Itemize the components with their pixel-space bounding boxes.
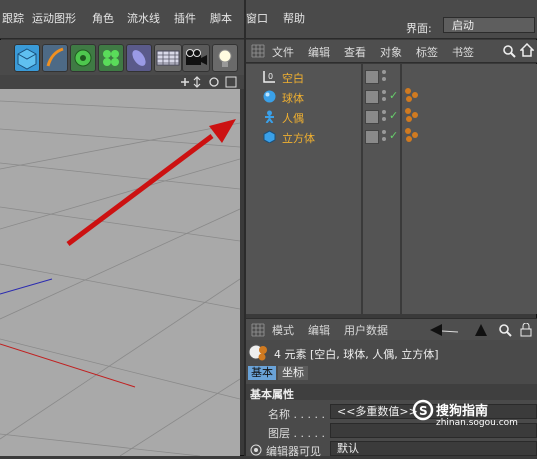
attribute-manager-toolbar: 模式 编辑 用户数据 [246, 318, 537, 341]
back-arrow-icon[interactable] [428, 323, 460, 337]
visibility-dots-icon[interactable] [381, 69, 387, 83]
maximize-view-icon[interactable] [225, 76, 237, 88]
tab-user-data[interactable]: 用户数据 [344, 322, 388, 338]
layer-toggle[interactable] [365, 70, 379, 84]
up-arrow-icon[interactable] [474, 323, 488, 337]
deformer-icon [132, 50, 146, 66]
floor-icon [156, 50, 180, 66]
move-view-icon[interactable] [181, 78, 189, 86]
object-name[interactable]: 人偶 [282, 110, 304, 126]
annotation-arrowhead [209, 119, 236, 143]
enabled-check-icon[interactable]: ✓ [389, 89, 398, 102]
menu-help[interactable]: 帮助 [283, 10, 305, 26]
visibility-dots-icon[interactable] [381, 109, 387, 123]
editor-visible-field[interactable]: 默认 [330, 441, 537, 456]
material-tag-icon[interactable] [404, 107, 420, 123]
light-tool-button[interactable] [212, 44, 238, 72]
layer-toggle[interactable] [365, 130, 379, 144]
search-icon[interactable] [498, 323, 512, 337]
pen-icon [46, 47, 64, 67]
tab-coordinates[interactable]: 坐标 [278, 366, 308, 380]
camera-tool-button[interactable] [182, 44, 210, 72]
layout-select[interactable]: 启动 [443, 17, 535, 33]
tab-tags[interactable]: 标签 [416, 44, 438, 60]
watermark-brand: 搜狗指南 [436, 404, 489, 419]
tab-file[interactable]: 文件 [272, 44, 294, 60]
camera-icon [186, 49, 207, 65]
search-icon[interactable] [502, 44, 516, 58]
object-name[interactable]: 球体 [282, 90, 304, 106]
menu-pipeline[interactable]: 流水线 [127, 10, 160, 26]
grip-icon[interactable] [251, 323, 265, 337]
pen-tool-button[interactable] [42, 44, 68, 72]
tab-mode[interactable]: 模式 [272, 322, 294, 338]
cube-icon [17, 48, 37, 70]
floor-tool-button[interactable] [154, 44, 182, 72]
material-tag-icon[interactable] [404, 87, 420, 103]
grip-icon[interactable] [251, 44, 265, 58]
cube-tool-button[interactable] [14, 44, 40, 72]
radio-icon[interactable] [250, 444, 262, 456]
tab-basic[interactable]: 基本 [248, 366, 276, 380]
cloner-icon [103, 50, 119, 66]
visibility-dots-icon[interactable] [381, 89, 387, 103]
svg-text:S: S [419, 404, 428, 418]
menu-bar: 跟踪 运动图形 角色 流水线 插件 脚本 窗口 帮助 界面: 启动 [0, 0, 537, 39]
section-title: 基本属性 [250, 388, 294, 401]
home-icon[interactable] [520, 43, 534, 57]
material-tag-icon[interactable] [404, 127, 420, 143]
figure-icon [265, 110, 274, 123]
layer-toggle[interactable] [365, 110, 379, 124]
null-icon: 0 [263, 71, 275, 83]
menu-mograph[interactable]: 运动图形 [32, 10, 76, 26]
layer-toggle[interactable] [365, 90, 379, 104]
layout-label: 界面: [406, 22, 432, 35]
tab-object[interactable]: 对象 [380, 44, 402, 60]
tab-edit[interactable]: 编辑 [308, 322, 330, 338]
watermark-url: zhinan.sogou.com [436, 418, 518, 428]
object-name[interactable]: 空白 [282, 70, 304, 86]
menu-window[interactable]: 窗口 [246, 10, 268, 26]
layer-label: 图层 . . . . . [268, 427, 325, 440]
selection-summary: 4 元素 [空白, 球体, 人偶, 立方体] [274, 348, 439, 361]
generator-tool-button[interactable] [70, 44, 96, 72]
menu-track[interactable]: 跟踪 [2, 10, 24, 26]
cloner-tool-button[interactable] [98, 44, 124, 72]
name-label: 名称 . . . . . [268, 408, 325, 421]
tab-view[interactable]: 查看 [344, 44, 366, 60]
zoom-view-icon[interactable] [193, 76, 201, 88]
rotate-view-icon[interactable] [209, 77, 219, 87]
editor-visible-label: 编辑器可见 [266, 445, 321, 458]
gear-green-icon [74, 49, 92, 67]
sogou-logo-icon: S [412, 399, 434, 421]
menu-plugins[interactable]: 插件 [174, 10, 196, 26]
deformer-tool-button[interactable] [126, 44, 152, 72]
object-name[interactable]: 立方体 [282, 130, 315, 146]
sphere-icon [263, 90, 276, 103]
enabled-check-icon[interactable]: ✓ [389, 109, 398, 122]
svg-text:0: 0 [268, 72, 273, 81]
multi-object-icon [248, 344, 267, 361]
visibility-dots-icon[interactable] [381, 129, 387, 143]
lock-icon[interactable] [520, 323, 532, 337]
tab-bookmarks[interactable]: 书签 [452, 44, 474, 60]
enabled-check-icon[interactable]: ✓ [389, 129, 398, 142]
menu-character[interactable]: 角色 [92, 10, 114, 26]
tab-edit[interactable]: 编辑 [308, 44, 330, 60]
menu-script[interactable]: 脚本 [210, 10, 232, 26]
light-icon [218, 49, 232, 67]
cube-icon [263, 130, 276, 143]
viewport-header [0, 75, 244, 89]
